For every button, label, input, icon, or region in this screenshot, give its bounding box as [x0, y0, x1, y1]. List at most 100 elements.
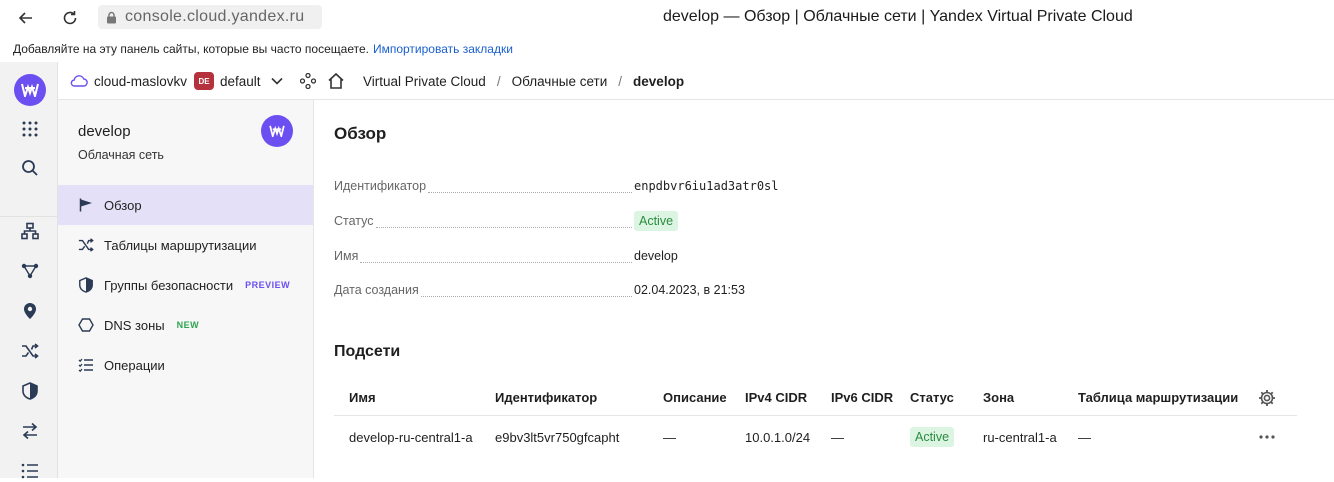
property-row-name: Имя develop	[334, 246, 1034, 266]
folder-name: default	[220, 73, 261, 89]
lock-icon	[107, 11, 116, 23]
column-header[interactable]: Статус	[910, 380, 954, 415]
yandex-cloud-logo[interactable]	[14, 74, 46, 106]
topology-icon[interactable]	[19, 260, 41, 282]
window-title: develop — Обзор | Облачные сети | Yandex…	[663, 8, 1133, 25]
sidebar-item-label: Обзор	[104, 197, 142, 213]
network-icon[interactable]	[19, 220, 41, 242]
subnets-table: Имя Идентификатор Описание IPv4 CIDR IPv…	[334, 380, 1297, 458]
navigation-rail	[0, 62, 58, 479]
column-header[interactable]: Зона	[983, 380, 1014, 415]
subnet-ipv6: —	[831, 429, 844, 445]
shield-icon	[78, 277, 94, 293]
column-header[interactable]: Имя	[349, 380, 376, 415]
created-date-value: 02.04.2023, в 21:53	[634, 283, 745, 297]
list-icon[interactable]	[19, 460, 41, 482]
network-title: develop	[78, 123, 131, 140]
browser-toolbar: console.cloud.yandex.ru develop — Обзор …	[0, 0, 1334, 36]
property-row-created: Дата создания 02.04.2023, в 21:53	[334, 280, 1034, 300]
sidebar-item-security-groups[interactable]: Группы безопасности PREVIEW	[58, 265, 313, 305]
address-bar[interactable]: console.cloud.yandex.ru	[98, 5, 322, 29]
property-label: Статус	[334, 214, 374, 228]
home-button[interactable]	[327, 62, 345, 100]
property-label: Имя	[334, 249, 359, 263]
vpc-service-icon	[261, 115, 293, 147]
subnet-route-table: —	[1078, 429, 1091, 445]
gear-icon	[1259, 389, 1275, 406]
search-icon[interactable]	[19, 157, 41, 179]
home-icon	[328, 72, 344, 89]
cloud-name: cloud-maslovkv	[94, 73, 188, 89]
arrow-left-icon	[18, 12, 32, 24]
new-badge: NEW	[176, 320, 200, 330]
rail-divider	[0, 207, 58, 217]
column-header[interactable]: IPv6 CIDR	[831, 380, 893, 415]
network-name-value: develop	[634, 249, 678, 263]
status-badge: Active	[910, 427, 955, 447]
subnet-ipv4: 10.0.1.0/24	[745, 429, 811, 445]
bookmarks-bar: Добавляйте на эту панель сайты, которые …	[0, 36, 1334, 62]
cloud-selector[interactable]: cloud-maslovkv	[70, 62, 187, 100]
service-sidebar: develop Облачная сеть Обзор Таблицы марш…	[58, 100, 314, 478]
row-actions-button[interactable]	[1258, 416, 1276, 458]
property-label: Идентификатор	[334, 179, 427, 193]
column-header[interactable]: Таблица маршрутизации	[1078, 380, 1238, 415]
subnet-id: e9bv3lt5vr750gfcapht	[495, 429, 620, 445]
sidebar-item-label: Операции	[104, 357, 165, 373]
sidebar-item-route-tables[interactable]: Таблицы маршрутизации	[58, 225, 313, 265]
back-button[interactable]	[14, 6, 38, 30]
reload-icon	[63, 11, 77, 25]
shuffle-icon	[78, 237, 94, 253]
sidebar-item-dns-zones[interactable]: DNS зоны NEW	[58, 305, 313, 345]
table-row[interactable]: develop-ru-central1-a e9bv3lt5vr750gfcap…	[334, 416, 1297, 458]
sidebar-item-label: DNS зоны	[104, 317, 165, 333]
subnets-title: Подсети	[334, 343, 401, 360]
sidebar-item-label: Таблицы маршрутизации	[104, 237, 257, 253]
shield-icon[interactable]	[19, 380, 41, 402]
sidebar-item-overview[interactable]: Обзор	[58, 185, 313, 225]
breadcrumb-vpc[interactable]: Virtual Private Cloud	[363, 74, 486, 89]
services-grid-icon[interactable]	[19, 118, 41, 140]
breadcrumb: Virtual Private Cloud / Облачные сети / …	[363, 62, 684, 100]
column-header[interactable]: Описание	[663, 380, 727, 415]
nodes-icon	[300, 73, 316, 89]
cloud-icon	[70, 75, 88, 87]
more-horizontal-icon	[1259, 435, 1275, 439]
console-header: cloud-maslovkv DE default Virtual Privat…	[58, 62, 1334, 100]
subnet-description: —	[663, 429, 676, 445]
column-header[interactable]: Идентификатор	[495, 380, 597, 415]
preview-badge: PREVIEW	[245, 280, 291, 290]
property-label: Дата создания	[334, 283, 419, 297]
network-id-value[interactable]: enpdbvr6iu1ad3atr0sl	[634, 179, 779, 193]
table-settings-button[interactable]	[1258, 380, 1276, 415]
hexagon-icon	[78, 317, 94, 333]
breadcrumb-current: develop	[633, 73, 685, 89]
column-header[interactable]: IPv4 CIDR	[745, 380, 807, 415]
sidebar-item-label: Группы безопасности	[104, 277, 234, 293]
list-icon	[78, 357, 94, 373]
overview-title: Обзор	[334, 124, 387, 143]
bookmarks-hint: Добавляйте на эту панель сайты, которые …	[13, 42, 369, 56]
services-map-button[interactable]	[300, 62, 316, 100]
sidebar-item-operations[interactable]: Операции	[58, 345, 313, 385]
breadcrumb-separator: /	[496, 73, 501, 89]
location-pin-icon[interactable]	[19, 300, 41, 322]
import-bookmarks-link[interactable]: Импортировать закладки	[373, 42, 513, 56]
subnet-zone: ru-central1-a	[983, 429, 1057, 445]
flag-icon	[78, 197, 94, 213]
transfer-icon[interactable]	[19, 420, 41, 442]
shuffle-icon[interactable]	[19, 340, 41, 362]
status-badge: Active	[634, 211, 679, 231]
main-content: Обзор Идентификатор enpdbvr6iu1ad3atr0sl…	[314, 100, 1334, 478]
subnet-name[interactable]: develop-ru-central1-a	[349, 416, 473, 458]
reload-button[interactable]	[58, 6, 82, 30]
folder-selector[interactable]: DE default	[194, 62, 283, 100]
folder-badge: DE	[194, 72, 214, 90]
chevron-down-icon	[270, 77, 283, 85]
breadcrumb-networks[interactable]: Облачные сети	[512, 74, 608, 89]
cloud-logo-icon	[21, 83, 39, 97]
property-row-status: Статус Active	[334, 211, 1034, 231]
url-text: console.cloud.yandex.ru	[125, 8, 305, 25]
breadcrumb-separator: /	[618, 73, 623, 89]
property-row-id: Идентификатор enpdbvr6iu1ad3atr0sl	[334, 176, 1034, 196]
